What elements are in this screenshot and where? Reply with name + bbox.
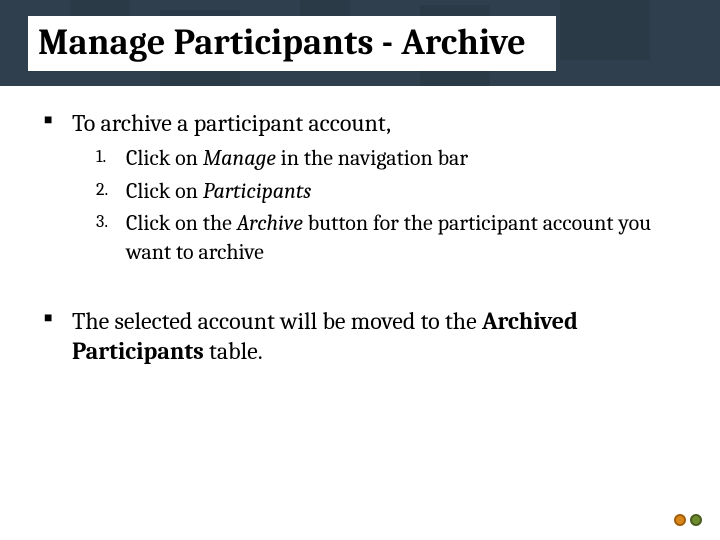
- step-em: Archive: [237, 210, 303, 236]
- next-slide-icon[interactable]: [690, 514, 702, 526]
- spacer: [44, 280, 676, 306]
- bullet-list-2: The selected account will be moved to th…: [44, 306, 676, 366]
- slide-body: To archive a participant account, Click …: [0, 86, 720, 366]
- result-pre: The selected account will be moved to th…: [72, 307, 482, 335]
- step-post: in the navigation bar: [276, 145, 468, 171]
- intro-text: To archive a participant account,: [72, 109, 391, 137]
- title-band: Manage Participants - Archive: [0, 0, 720, 86]
- prev-slide-icon[interactable]: [674, 514, 686, 526]
- step-em: Manage: [203, 145, 276, 171]
- step-em: Participants: [203, 178, 311, 204]
- bullet-list: To archive a participant account, Click …: [44, 108, 676, 266]
- slide-title: Manage Participants - Archive: [38, 22, 526, 63]
- step-pre: Click on: [126, 145, 203, 171]
- bullet-intro: To archive a participant account, Click …: [44, 108, 676, 266]
- step-item: Click on the Archive button for the part…: [96, 209, 676, 266]
- bullet-result: The selected account will be moved to th…: [44, 306, 676, 366]
- result-post: table.: [204, 337, 263, 365]
- step-item: Click on Manage in the navigation bar: [96, 144, 676, 173]
- steps-list: Click on Manage in the navigation bar Cl…: [72, 144, 676, 266]
- step-item: Click on Participants: [96, 177, 676, 206]
- step-pre: Click on: [126, 178, 203, 204]
- step-pre: Click on the: [126, 210, 237, 236]
- slide: Manage Participants - Archive To archive…: [0, 0, 720, 540]
- nav-dots: [674, 514, 702, 526]
- title-plate: Manage Participants - Archive: [28, 16, 556, 71]
